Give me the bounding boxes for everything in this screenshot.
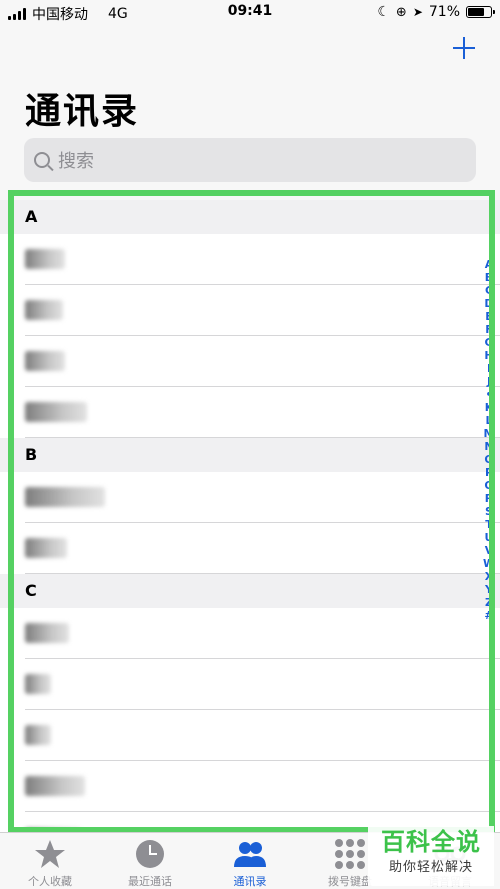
tab-favorites[interactable]: 个人收藏 xyxy=(0,833,100,889)
index-letter[interactable]: G xyxy=(484,336,493,349)
index-letter[interactable]: Y xyxy=(485,583,493,596)
contact-name-blurred xyxy=(25,623,69,643)
index-letter[interactable]: N xyxy=(484,440,493,453)
keypad-icon xyxy=(335,839,365,869)
contact-name-blurred xyxy=(25,402,87,422)
tab-label: 最近通话 xyxy=(128,875,172,888)
moon-icon: ☾ xyxy=(377,4,390,20)
battery-icon xyxy=(466,6,495,18)
search-input[interactable]: 搜索 xyxy=(24,138,476,182)
battery-fill xyxy=(468,8,484,16)
contact-row[interactable] xyxy=(25,387,500,438)
index-letter[interactable]: X xyxy=(485,570,493,583)
index-letter[interactable]: D xyxy=(484,297,493,310)
header: 通讯录 搜索 xyxy=(0,24,500,200)
contact-row[interactable] xyxy=(25,761,500,812)
section-header-b: B xyxy=(0,438,500,472)
index-letter[interactable]: B xyxy=(485,271,493,284)
index-letter[interactable]: W xyxy=(483,557,495,570)
contacts-list[interactable]: A B C xyxy=(0,200,500,830)
orientation-lock-icon: ⊕ xyxy=(395,4,407,20)
contact-name-blurred xyxy=(25,827,81,830)
index-letter[interactable]: L xyxy=(485,414,492,427)
star-icon xyxy=(35,840,65,868)
search-icon xyxy=(34,152,50,168)
section-header-c: C xyxy=(0,574,500,608)
contact-row[interactable] xyxy=(25,710,500,761)
index-letter[interactable]: Q xyxy=(484,479,493,492)
battery-percent: 71% xyxy=(428,4,460,20)
contact-name-blurred xyxy=(25,674,51,694)
index-letter[interactable]: S xyxy=(485,505,493,518)
index-letter[interactable]: T xyxy=(485,518,493,531)
index-letter[interactable]: I xyxy=(487,362,491,375)
index-letter[interactable]: P xyxy=(485,466,493,479)
search-placeholder: 搜索 xyxy=(58,151,94,172)
contact-row[interactable] xyxy=(25,472,500,523)
contact-row[interactable] xyxy=(25,336,500,387)
index-letter[interactable]: A xyxy=(485,258,494,271)
index-dot: • xyxy=(485,388,493,401)
contact-row[interactable] xyxy=(25,659,500,710)
index-letter[interactable]: M xyxy=(484,427,495,440)
page-title: 通讯录 xyxy=(25,91,140,132)
tab-label: 个人收藏 xyxy=(28,875,72,888)
contact-row[interactable] xyxy=(25,285,500,336)
tab-recents[interactable]: 最近通话 xyxy=(100,833,200,889)
status-bar: 中国移动 4G 09:41 ☾ ⊕ ➤ 71% xyxy=(0,0,500,24)
index-letter[interactable]: U xyxy=(485,531,494,544)
index-letter[interactable]: # xyxy=(484,609,493,622)
index-letter[interactable]: J xyxy=(487,375,491,388)
index-letter[interactable]: C xyxy=(485,284,493,297)
watermark: 百科全说 助你轻松解决 xyxy=(368,826,494,886)
contact-name-blurred xyxy=(25,487,105,507)
status-right: ☾ ⊕ ➤ 71% xyxy=(377,4,495,20)
index-letter[interactable]: E xyxy=(485,310,493,323)
index-letter[interactable]: K xyxy=(485,401,494,414)
contact-row[interactable] xyxy=(25,523,500,574)
index-letter[interactable]: V xyxy=(485,544,494,557)
tab-label: 拨号键盘 xyxy=(328,875,372,888)
clock-icon xyxy=(136,840,164,868)
contact-name-blurred xyxy=(25,538,67,558)
tab-contacts[interactable]: 通讯录 xyxy=(200,833,300,889)
watermark-subtitle: 助你轻松解决 xyxy=(388,860,473,875)
section-index[interactable]: A B C D E F G H I J • K L M N O P Q R S T U V W X Y Z # xyxy=(483,258,495,622)
contacts-icon xyxy=(234,842,266,867)
index-letter[interactable]: F xyxy=(485,323,493,336)
contact-name-blurred xyxy=(25,776,85,796)
index-letter[interactable]: R xyxy=(485,492,493,505)
tab-label: 通讯录 xyxy=(233,875,267,888)
contact-name-blurred xyxy=(25,351,65,371)
contact-name-blurred xyxy=(25,725,51,745)
add-contact-button[interactable] xyxy=(448,32,480,64)
section-header-a: A xyxy=(0,200,500,234)
location-icon: ➤ xyxy=(412,5,423,19)
contact-row[interactable] xyxy=(25,234,500,285)
watermark-title: 百科全说 xyxy=(381,828,481,856)
index-letter[interactable]: Z xyxy=(485,596,493,609)
contact-row[interactable] xyxy=(25,608,500,659)
contact-name-blurred xyxy=(25,300,63,320)
index-letter[interactable]: H xyxy=(484,349,493,362)
contact-name-blurred xyxy=(25,249,65,269)
index-letter[interactable]: O xyxy=(484,453,493,466)
